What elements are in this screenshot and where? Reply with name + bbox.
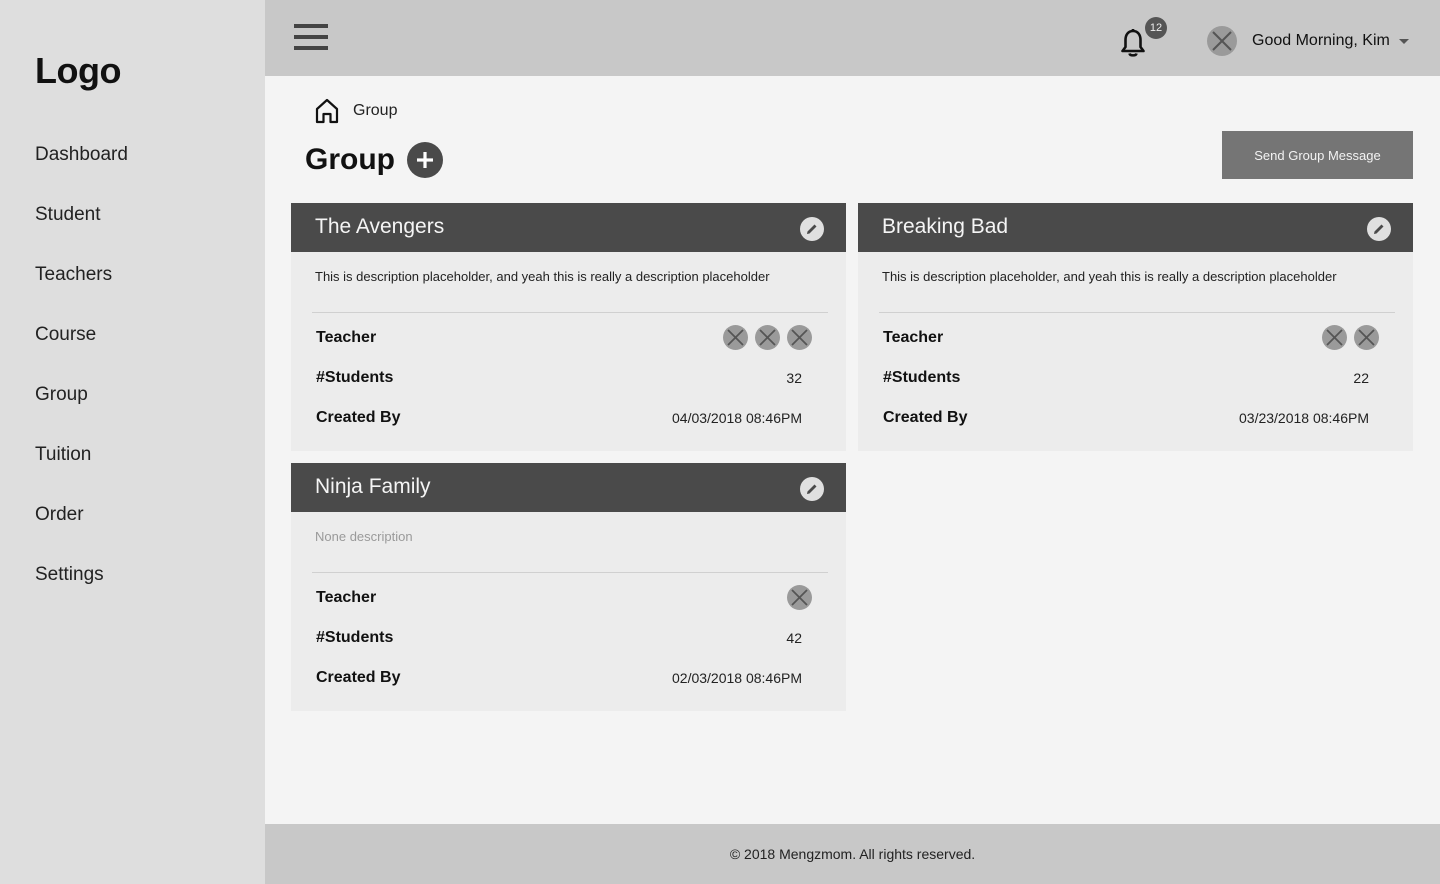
- students-count: 32: [786, 370, 802, 386]
- teacher-avatars: [723, 325, 812, 350]
- breadcrumb: Group: [315, 98, 397, 124]
- edit-group-button[interactable]: [800, 217, 824, 241]
- created-by-label: Created By: [316, 409, 401, 426]
- sidebar-item-group[interactable]: Group: [35, 380, 128, 440]
- sidebar-item-teachers[interactable]: Teachers: [35, 260, 128, 320]
- students-count: 22: [1353, 370, 1369, 386]
- created-date: 03/23/2018 08:46PM: [1239, 410, 1369, 426]
- group-name: Ninja Family: [315, 475, 431, 498]
- breadcrumb-current: Group: [353, 102, 398, 119]
- pencil-icon: [1374, 224, 1384, 234]
- group-card: Ninja Family None description Teacher #S…: [291, 463, 846, 711]
- logo[interactable]: Logo: [35, 50, 121, 92]
- created-date: 04/03/2018 08:46PM: [672, 410, 802, 426]
- avatar[interactable]: [1354, 325, 1379, 350]
- card-header: Ninja Family: [291, 463, 846, 512]
- hamburger-icon[interactable]: [294, 24, 328, 52]
- pencil-icon: [807, 224, 817, 234]
- teacher-avatars: [1322, 325, 1379, 350]
- card-header: Breaking Bad: [858, 203, 1413, 252]
- avatar[interactable]: [1322, 325, 1347, 350]
- add-group-button[interactable]: [407, 142, 443, 178]
- send-group-message-button[interactable]: Send Group Message: [1222, 131, 1413, 179]
- group-description: This is description placeholder, and yea…: [882, 269, 1337, 284]
- edit-group-button[interactable]: [800, 477, 824, 501]
- footer: © 2018 Mengzmom. All rights reserved.: [265, 824, 1440, 884]
- created-by-label: Created By: [883, 409, 968, 426]
- sidebar-item-order[interactable]: Order: [35, 500, 128, 560]
- sidebar-item-tuition[interactable]: Tuition: [35, 440, 128, 500]
- group-description: This is description placeholder, and yea…: [315, 269, 770, 284]
- teacher-label: Teacher: [883, 329, 944, 346]
- sidebar-item-student[interactable]: Student: [35, 200, 128, 260]
- divider: [879, 312, 1395, 313]
- notification-badge: 12: [1145, 17, 1167, 39]
- avatar[interactable]: [787, 585, 812, 610]
- created-date: 02/03/2018 08:46PM: [672, 670, 802, 686]
- user-greeting: Good Morning, Kim: [1252, 32, 1390, 49]
- avatar[interactable]: [723, 325, 748, 350]
- sidebar-item-dashboard[interactable]: Dashboard: [35, 140, 128, 200]
- chevron-down-icon[interactable]: [1398, 38, 1409, 44]
- home-icon[interactable]: [315, 98, 339, 124]
- group-description: None description: [315, 529, 413, 544]
- sidebar-item-settings[interactable]: Settings: [35, 560, 128, 620]
- students-count: 42: [786, 630, 802, 646]
- students-label: #Students: [316, 369, 394, 386]
- sidebar: Logo Dashboard Student Teachers Course G…: [0, 0, 265, 884]
- topbar: 12 Good Morning, Kim: [265, 0, 1440, 76]
- sidebar-item-course[interactable]: Course: [35, 320, 128, 380]
- pencil-icon: [807, 484, 817, 494]
- group-card: Breaking Bad This is description placeho…: [858, 203, 1413, 451]
- teacher-avatars: [787, 585, 812, 610]
- students-label: #Students: [316, 629, 394, 646]
- avatar[interactable]: [787, 325, 812, 350]
- created-by-label: Created By: [316, 669, 401, 686]
- divider: [312, 572, 828, 573]
- plus-icon: [417, 152, 433, 168]
- students-label: #Students: [883, 369, 961, 386]
- page-title: Group: [305, 143, 395, 176]
- teacher-label: Teacher: [316, 329, 377, 346]
- teacher-label: Teacher: [316, 589, 377, 606]
- avatar[interactable]: [755, 325, 780, 350]
- group-name: The Avengers: [315, 215, 445, 238]
- card-header: The Avengers: [291, 203, 846, 252]
- avatar: [1207, 26, 1237, 56]
- group-name: Breaking Bad: [882, 215, 1009, 238]
- bell-icon[interactable]: [1119, 28, 1147, 58]
- sidebar-nav: Dashboard Student Teachers Course Group …: [35, 140, 128, 620]
- edit-group-button[interactable]: [1367, 217, 1391, 241]
- group-card: The Avengers This is description placeho…: [291, 203, 846, 451]
- user-menu[interactable]: Good Morning, Kim: [1207, 26, 1409, 56]
- page-header: Group: [305, 142, 443, 178]
- divider: [312, 312, 828, 313]
